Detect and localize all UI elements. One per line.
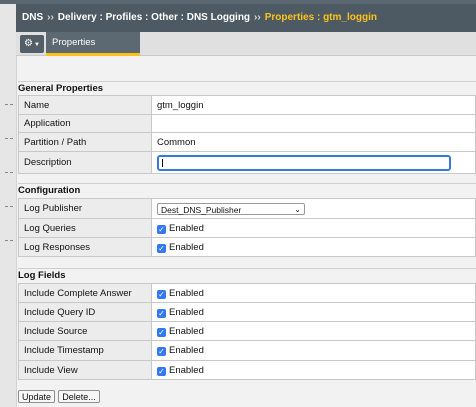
general-properties-table: Name gtm_loggin Application Partition / … — [18, 95, 476, 174]
log-publisher-select[interactable]: Dest_DNS_Publisher ⌄ — [157, 202, 305, 215]
section-general-properties: General Properties — [18, 81, 476, 96]
include-timestamp-cell: ✓ Enabled — [151, 340, 476, 361]
log-queries-cell: ✓ Enabled — [151, 218, 476, 238]
include-complete-answer-label: Include Complete Answer — [18, 283, 152, 303]
delete-button[interactable]: Delete... — [58, 390, 100, 403]
tab-properties[interactable]: Properties — [46, 32, 140, 56]
chevron-down-icon: ▼ — [34, 42, 40, 48]
description-cell — [151, 151, 476, 174]
log-responses-cell: ✓ Enabled — [151, 237, 476, 257]
sidebar-marker — [5, 104, 13, 105]
include-source-cell: ✓ Enabled — [151, 321, 476, 341]
include-query-id-value: Enabled — [169, 306, 204, 318]
include-query-id-cell: ✓ Enabled — [151, 302, 476, 322]
sidebar-marker — [5, 172, 13, 173]
description-input[interactable] — [157, 154, 451, 171]
breadcrumb-item-dns[interactable]: DNS — [22, 12, 43, 23]
log-publisher-label: Log Publisher — [18, 198, 152, 219]
include-view-value: Enabled — [169, 364, 204, 376]
log-fields-table: Include Complete Answer ✓ Enabled Include… — [18, 283, 476, 380]
sidebar-marker — [5, 138, 13, 139]
breadcrumb: DNS ›› Delivery : Profiles : Other : DNS L… — [16, 4, 476, 32]
include-view-cell: ✓ Enabled — [151, 360, 476, 380]
include-view-checkbox[interactable]: ✓ — [157, 366, 166, 376]
log-responses-checkbox[interactable]: ✓ — [157, 243, 166, 253]
include-complete-answer-cell: ✓ Enabled — [151, 283, 476, 303]
left-sidebar-strip — [0, 4, 17, 407]
sidebar-marker — [5, 240, 13, 241]
log-responses-label: Log Responses — [18, 237, 152, 257]
sidebar-marker — [5, 206, 13, 207]
chevron-down-icon: ⌄ — [294, 204, 301, 214]
log-publisher-value: Dest_DNS_Publisher — [161, 204, 242, 215]
include-source-label: Include Source — [18, 321, 152, 341]
include-complete-answer-checkbox[interactable]: ✓ — [157, 289, 166, 299]
application-value — [151, 114, 476, 133]
breadcrumb-separator: ›› — [254, 12, 261, 23]
include-query-id-label: Include Query ID — [18, 302, 152, 322]
gear-icon: ⚙ — [24, 38, 33, 49]
log-queries-checkbox[interactable]: ✓ — [157, 224, 166, 234]
name-value: gtm_loggin — [151, 95, 476, 115]
include-source-checkbox[interactable]: ✓ — [157, 327, 166, 337]
log-queries-label: Log Queries — [18, 218, 152, 238]
include-timestamp-value: Enabled — [169, 345, 204, 356]
text-caret — [162, 158, 163, 167]
include-query-id-checkbox[interactable]: ✓ — [157, 308, 166, 318]
log-publisher-cell: Dest_DNS_Publisher ⌄ — [151, 198, 476, 219]
name-label: Name — [18, 95, 152, 115]
include-timestamp-label: Include Timestamp — [18, 340, 152, 361]
application-label: Application — [18, 114, 152, 133]
log-queries-value: Enabled — [169, 222, 204, 234]
include-timestamp-checkbox[interactable]: ✓ — [157, 347, 166, 356]
include-complete-answer-value: Enabled — [169, 287, 204, 299]
gear-menu-button[interactable]: ⚙▼ — [20, 35, 44, 53]
include-source-value: Enabled — [169, 325, 204, 337]
section-log-fields: Log Fields — [18, 268, 476, 283]
update-button[interactable]: Update — [18, 390, 55, 403]
partition-label: Partition / Path — [18, 132, 152, 152]
include-view-label: Include View — [18, 360, 152, 380]
section-configuration: Configuration — [18, 183, 476, 198]
partition-value: Common — [151, 132, 476, 152]
breadcrumb-current: Properties : gtm_loggin — [264, 12, 377, 23]
breadcrumb-separator: ›› — [47, 12, 54, 23]
tab-bar: ⚙▼ Properties — [16, 32, 476, 56]
breadcrumb-item-dns-logging[interactable]: Delivery : Profiles : Other : DNS Loggin… — [58, 12, 250, 23]
configuration-table: Log Publisher Dest_DNS_Publisher ⌄ Log Qu… — [18, 198, 476, 257]
description-label: Description — [18, 151, 152, 174]
log-responses-value: Enabled — [169, 241, 204, 253]
